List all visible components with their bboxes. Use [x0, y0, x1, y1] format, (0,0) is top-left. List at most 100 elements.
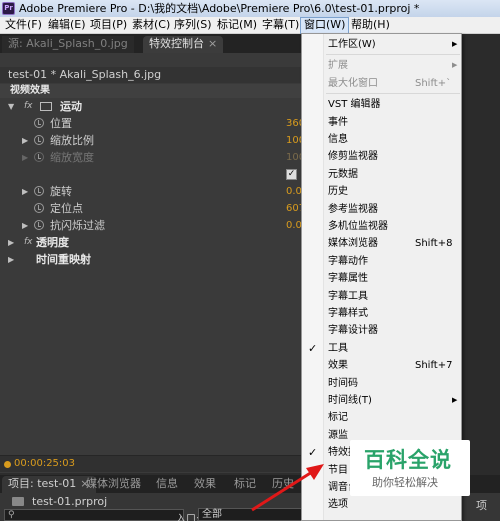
menu-sequence[interactable]: 序列(S): [171, 17, 215, 34]
property-row-rotation[interactable]: ▶ 旋转 0.0: [0, 183, 302, 200]
menu-file[interactable]: 文件(F): [2, 17, 45, 34]
premiere-pro-icon: Pr: [2, 2, 15, 15]
window-menu-item[interactable]: 时间线(T) ▶: [302, 392, 461, 409]
window-menu-item[interactable]: ✓ 工具: [302, 340, 461, 357]
property-value[interactable]: 0.0: [286, 183, 302, 200]
window-menu-item[interactable]: VST 编辑器: [302, 96, 461, 113]
window-menu-item[interactable]: 标记: [302, 409, 461, 426]
window-menu-item[interactable]: 效果 Shift+7: [302, 357, 461, 374]
property-row-position[interactable]: 位置 360: [0, 115, 305, 132]
property-label: 旋转: [50, 185, 72, 198]
stopwatch-icon: [34, 152, 44, 162]
menu-item-label: 时间码: [328, 377, 358, 389]
property-row-anchor[interactable]: 定位点 607: [0, 200, 305, 217]
entry-label: 入口:: [176, 514, 200, 521]
tab-source[interactable]: 源: Akali_Splash_0.jpg: [2, 36, 134, 53]
menu-item-label: 信息: [328, 134, 348, 145]
stopwatch-icon[interactable]: [34, 118, 44, 128]
close-icon[interactable]: ×: [208, 37, 217, 50]
window-menu-item[interactable]: 字幕动作: [302, 253, 461, 270]
menu-item-label: 历史: [328, 186, 348, 198]
expand-triangle-icon[interactable]: ▼: [8, 98, 16, 115]
search-icon: ⚲: [8, 510, 15, 520]
menu-item-label: 最大化窗口: [328, 77, 378, 89]
uniform-scale-checkbox[interactable]: ✓: [286, 169, 297, 180]
window-menu-item[interactable]: 字幕设计器: [302, 322, 461, 339]
timecode-display[interactable]: 00:00:25:03: [14, 458, 75, 469]
menu-item-label: 参考监视器: [328, 203, 378, 215]
property-row-antiflicker[interactable]: ▶ 抗闪烁过滤 0.00: [0, 217, 308, 234]
menu-clip[interactable]: 素材(C): [129, 17, 173, 34]
expand-triangle-icon[interactable]: ▶: [8, 234, 16, 251]
property-label: 缩放宽度: [50, 151, 94, 164]
window-menu-item[interactable]: 多机位监视器: [302, 218, 461, 235]
window-menu-item: 最大化窗口 Shift+`: [302, 75, 461, 92]
menu-item-label: 修剪监视器: [328, 151, 378, 163]
stopwatch-icon[interactable]: [34, 203, 44, 213]
window-menu-item[interactable]: 元数据: [302, 166, 461, 183]
expand-triangle-icon[interactable]: ▶: [8, 251, 16, 268]
window-menu-item[interactable]: 工作区(W) ▶: [302, 36, 461, 53]
menu-edit[interactable]: 编辑(E): [45, 17, 89, 34]
expand-triangle-icon[interactable]: ▶: [22, 132, 30, 149]
window-menu-item[interactable]: 字幕样式: [302, 305, 461, 322]
window-menu-item[interactable]: 修剪监视器: [302, 148, 461, 165]
window-menu-item[interactable]: 字幕工具: [302, 288, 461, 305]
window-menu-item[interactable]: 事件: [302, 114, 461, 131]
menu-item-label: 选项: [328, 499, 348, 511]
stopwatch-icon[interactable]: [34, 186, 44, 196]
menu-item-label: 工具: [328, 342, 348, 354]
fx-icon[interactable]: fx: [24, 98, 33, 115]
stopwatch-icon[interactable]: [34, 220, 44, 230]
effect-row-time-remap[interactable]: ▶ 时间重映射: [0, 251, 302, 268]
menu-item-label: 媒体浏览器: [328, 238, 378, 250]
tab-info[interactable]: 信息: [150, 476, 184, 493]
clip-header: test-01 * Akali_Splash_6.jpg: [0, 67, 302, 83]
effect-row-opacity[interactable]: ▶ fx 透明度: [0, 234, 302, 251]
video-effects-heading: 视频效果: [0, 84, 302, 98]
menu-bar: 文件(F) 编辑(E) 项目(P) 素材(C) 序列(S) 标记(M) 字幕(T…: [0, 17, 500, 34]
menu-item-label: 字幕工具: [328, 290, 368, 302]
stopwatch-icon[interactable]: [34, 135, 44, 145]
expand-triangle-icon[interactable]: ▶: [22, 183, 30, 200]
window-menu-item[interactable]: 历史: [302, 183, 461, 200]
menu-item-label: VST 编辑器: [328, 99, 381, 111]
watermark-subtitle: 助你轻松解决: [372, 476, 438, 489]
menu-separator: [326, 54, 460, 56]
playhead-icon: [4, 461, 11, 468]
menu-item-label: 字幕动作: [328, 255, 368, 267]
menu-window[interactable]: 窗口(W): [300, 17, 350, 34]
fx-icon[interactable]: fx: [24, 234, 33, 251]
title-bar: Pr Adobe Premiere Pro - D:\我的文档\Adobe\Pr…: [0, 0, 500, 17]
tab-effect-controls[interactable]: 特效控制台 ×: [143, 36, 224, 53]
menu-project[interactable]: 项目(P): [87, 17, 130, 34]
property-row-scale[interactable]: ▶ 缩放比例 100: [0, 132, 305, 149]
motion-icon: [40, 102, 52, 111]
menu-item-label: 标记: [328, 412, 348, 424]
menu-item-label: 时间线(T): [328, 395, 372, 406]
menu-item-label: 字幕样式: [328, 308, 368, 319]
menu-item-label: 事件: [328, 116, 348, 128]
effect-row-motion[interactable]: ▼ fx 运动: [0, 98, 302, 115]
tab-effects[interactable]: 效果: [188, 476, 222, 493]
watermark-logo: 百科全说 助你轻松解决: [350, 440, 470, 496]
window-menu-item[interactable]: 字幕属性: [302, 270, 461, 287]
expand-triangle-icon: ▶: [22, 153, 29, 162]
expand-triangle-icon[interactable]: ▶: [22, 217, 30, 234]
menu-item-label: 效果: [328, 360, 348, 372]
menu-separator: [326, 93, 460, 95]
menu-item-label: 源监: [328, 429, 348, 441]
window-menu-item[interactable]: 参考监视器: [302, 201, 461, 218]
window-menu-item[interactable]: 时间码: [302, 375, 461, 392]
menu-title[interactable]: 字幕(T): [259, 17, 302, 34]
menu-marker[interactable]: 标记(M): [214, 17, 260, 34]
search-input[interactable]: ⚲: [4, 509, 184, 521]
tab-media-browser[interactable]: 媒体浏览器: [80, 476, 147, 493]
menu-item-shortcut: Shift+`: [415, 77, 452, 89]
property-label: 抗闪烁过滤: [50, 219, 105, 232]
uniform-scale-row[interactable]: ✓: [0, 166, 302, 183]
window-menu-item[interactable]: 媒体浏览器 Shift+8: [302, 235, 461, 252]
window-menu-item[interactable]: 信息: [302, 131, 461, 148]
project-file-icon: [12, 497, 24, 506]
menu-help[interactable]: 帮助(H): [348, 17, 393, 34]
